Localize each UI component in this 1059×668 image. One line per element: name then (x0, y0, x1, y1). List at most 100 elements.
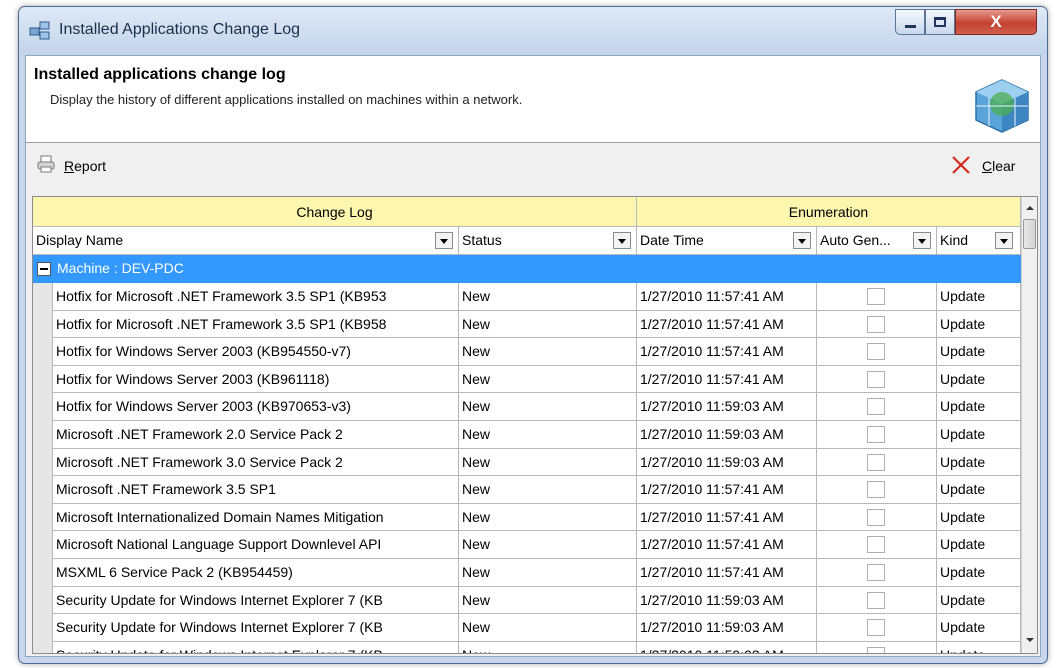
table-row[interactable]: Hotfix for Microsoft .NET Framework 3.5 … (33, 310, 1021, 339)
cell-status: New (459, 310, 637, 339)
cell-display-name: Microsoft .NET Framework 2.0 Service Pac… (53, 420, 459, 449)
table-row[interactable]: Hotfix for Microsoft .NET Framework 3.5 … (33, 283, 1021, 311)
filter-dropdown-icon[interactable] (793, 232, 811, 249)
auto-gen-checkbox[interactable] (866, 315, 885, 333)
table-row[interactable]: Security Update for Windows Internet Exp… (33, 586, 1021, 615)
col-status[interactable]: Status (459, 227, 637, 255)
cell-display-name: Microsoft .NET Framework 3.0 Service Pac… (53, 448, 459, 477)
cell-kind: Update (937, 586, 1021, 615)
group-row-machine[interactable]: Machine : DEV-PDC (33, 255, 1021, 283)
table-row[interactable]: Hotfix for Windows Server 2003 (KB961118… (33, 365, 1021, 394)
report-label: Report (64, 158, 107, 174)
cell-status: New (459, 448, 637, 477)
band-change-log: Change Log (33, 197, 637, 227)
close-button[interactable]: X (955, 9, 1037, 35)
band-enumeration: Enumeration (637, 197, 1021, 227)
cell-auto-gen (817, 586, 937, 615)
cell-status: New (459, 614, 637, 642)
cell-status: New (459, 641, 637, 653)
clear-label: Clear (982, 158, 1016, 174)
auto-gen-checkbox[interactable] (866, 453, 885, 471)
cell-status: New (459, 558, 637, 587)
vertical-scrollbar[interactable] (1021, 197, 1037, 653)
grid-rows: Hotfix for Microsoft .NET Framework 3.5 … (33, 283, 1021, 653)
table-row[interactable]: Microsoft .NET Framework 3.5 SP1 New 1/27/… (33, 476, 1021, 504)
scroll-thumb[interactable] (1023, 219, 1036, 249)
red-x-icon (952, 156, 970, 174)
col-auto-gen-label: Auto Gen... (820, 232, 891, 248)
auto-gen-checkbox[interactable] (866, 425, 885, 443)
auto-gen-checkbox[interactable] (866, 508, 885, 526)
scroll-down-icon[interactable] (1022, 631, 1037, 649)
row-indent (33, 558, 53, 587)
cell-display-name: Security Update for Windows Internet Exp… (53, 586, 459, 615)
cell-auto-gen (817, 531, 937, 559)
window-title: Installed Applications Change Log (59, 21, 301, 38)
auto-gen-checkbox[interactable] (866, 288, 885, 305)
auto-gen-checkbox[interactable] (866, 398, 885, 416)
filter-dropdown-icon[interactable] (613, 232, 631, 249)
group-label: Machine : DEV-PDC (57, 260, 184, 276)
cell-kind: Update (937, 338, 1021, 366)
cell-display-name: Hotfix for Windows Server 2003 (KB970653… (53, 393, 459, 421)
col-display-name-label: Display Name (36, 232, 124, 248)
page-title: Installed applications change log (34, 66, 286, 83)
cell-auto-gen (817, 420, 937, 449)
page-description: Display the history of different applica… (50, 92, 523, 107)
cell-kind: Update (937, 283, 1021, 311)
column-header-row: Display Name Status Date Time Auto Gen..… (33, 227, 1021, 255)
scroll-up-icon[interactable] (1022, 199, 1037, 217)
col-kind-label: Kind (940, 232, 969, 248)
auto-gen-checkbox[interactable] (866, 536, 885, 554)
table-row[interactable]: Microsoft .NET Framework 2.0 Service Pac… (33, 420, 1021, 449)
table-row[interactable]: Microsoft Internationalized Domain Names… (33, 503, 1021, 532)
table-row[interactable]: Hotfix for Windows Server 2003 (KB970653… (33, 393, 1021, 421)
auto-gen-checkbox[interactable] (866, 370, 885, 388)
auto-gen-checkbox[interactable] (866, 563, 885, 581)
table-row[interactable]: Hotfix for Windows Server 2003 (KB954550… (33, 338, 1021, 366)
minimize-icon (905, 25, 916, 28)
app-window: Installed Applications Change Log X Inst… (18, 6, 1048, 664)
cell-kind: Update (937, 448, 1021, 477)
minimize-button[interactable] (895, 9, 925, 35)
collapse-icon[interactable] (37, 262, 51, 276)
cell-date-time: 1/27/2010 11:59:03 AM (637, 420, 817, 449)
col-display-name[interactable]: Display Name (33, 227, 459, 255)
filter-dropdown-icon[interactable] (913, 232, 931, 249)
cell-status: New (459, 503, 637, 532)
app-network-icon (29, 21, 50, 40)
table-row[interactable]: Microsoft National Language Support Down… (33, 531, 1021, 559)
cell-date-time: 1/27/2010 11:57:41 AM (637, 558, 817, 587)
col-date-time[interactable]: Date Time (637, 227, 817, 255)
cell-date-time: 1/27/2010 11:57:41 AM (637, 365, 817, 394)
auto-gen-checkbox[interactable] (866, 619, 885, 637)
cell-date-time: 1/27/2010 11:59:03 AM (637, 448, 817, 477)
row-indent (33, 476, 53, 504)
auto-gen-checkbox[interactable] (866, 646, 885, 653)
table-row[interactable]: MSXML 6 Service Pack 2 (KB954459) New 1/27… (33, 558, 1021, 587)
auto-gen-checkbox[interactable] (866, 343, 885, 361)
auto-gen-checkbox[interactable] (866, 481, 885, 499)
cell-auto-gen (817, 310, 937, 339)
row-indent (33, 614, 53, 642)
filter-dropdown-icon[interactable] (995, 232, 1013, 249)
cell-display-name: Hotfix for Windows Server 2003 (KB961118… (53, 365, 459, 394)
cell-kind: Update (937, 420, 1021, 449)
change-log-grid[interactable]: Change Log Enumeration Display Name Stat… (32, 196, 1038, 654)
printer-icon (37, 155, 55, 173)
row-indent (33, 393, 53, 421)
table-row[interactable]: Security Update for Windows Internet Exp… (33, 641, 1021, 653)
cell-auto-gen (817, 641, 937, 653)
table-row[interactable]: Microsoft .NET Framework 3.0 Service Pac… (33, 448, 1021, 477)
col-kind[interactable]: Kind (937, 227, 1021, 255)
cell-status: New (459, 531, 637, 559)
col-auto-gen[interactable]: Auto Gen... (817, 227, 937, 255)
title-bar[interactable]: Installed Applications Change Log X (19, 7, 1047, 55)
cell-date-time: 1/27/2010 11:57:41 AM (637, 283, 817, 311)
table-row[interactable]: Security Update for Windows Internet Exp… (33, 614, 1021, 642)
auto-gen-checkbox[interactable] (866, 591, 885, 609)
filter-dropdown-icon[interactable] (435, 232, 453, 249)
col-status-label: Status (462, 232, 502, 248)
cell-status: New (459, 338, 637, 366)
maximize-button[interactable] (925, 9, 955, 35)
